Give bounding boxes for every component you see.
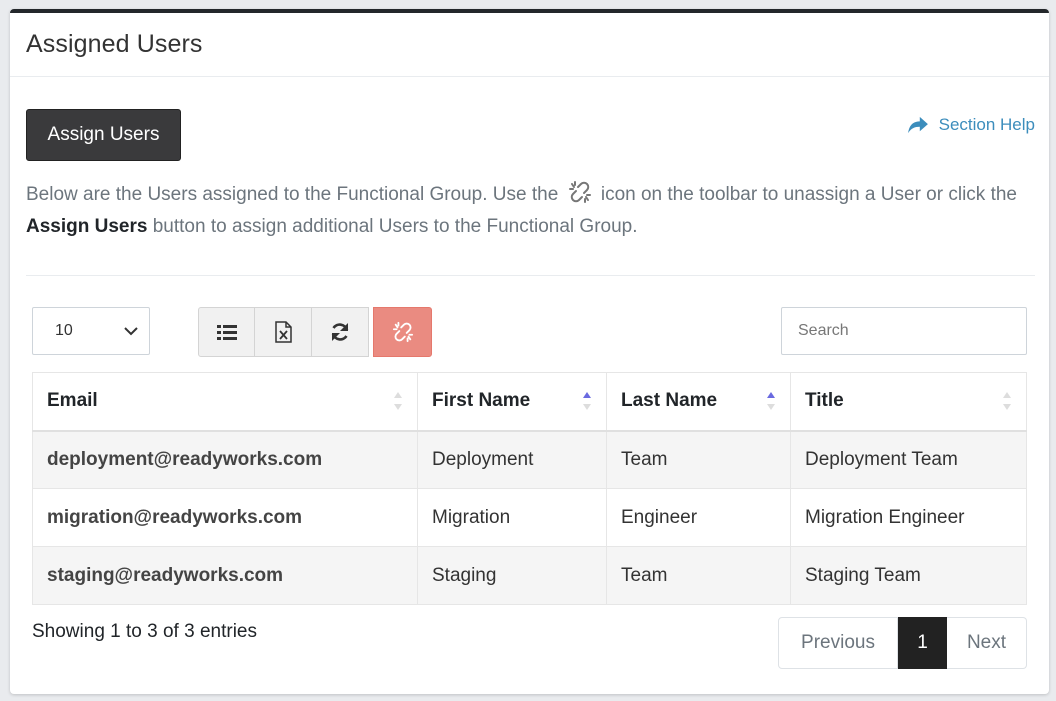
excel-export-icon	[275, 321, 292, 343]
column-header-last-name[interactable]: Last Name	[606, 372, 791, 432]
column-toggle-button[interactable]	[198, 307, 255, 357]
unassign-user-button[interactable]	[373, 307, 432, 357]
table-info-text: Showing 1 to 3 of 3 entries	[32, 621, 257, 642]
users-table: Email First Name Last Name Title deploym…	[32, 372, 1027, 605]
cell-email: deployment@readyworks.com	[32, 430, 418, 489]
share-arrow-icon	[907, 116, 928, 134]
assign-users-button[interactable]: Assign Users	[26, 109, 181, 161]
table-row[interactable]: staging@readyworks.com Staging Team Stag…	[32, 546, 1027, 605]
table-header-row: Email First Name Last Name Title	[32, 372, 1027, 432]
pagination: Previous 1 Next	[778, 617, 1027, 669]
chevron-down-icon	[124, 327, 138, 336]
section-help-link[interactable]: Section Help	[907, 115, 1035, 135]
assigned-users-card: Assigned Users Assign Users Section Help…	[10, 9, 1049, 694]
cell-last-name: Team	[606, 430, 791, 489]
column-header-first-name[interactable]: First Name	[417, 372, 607, 432]
column-label: First Name	[432, 390, 531, 412]
column-label: Last Name	[621, 390, 718, 412]
unlink-icon	[568, 181, 591, 203]
export-excel-button[interactable]	[255, 307, 312, 357]
card-header: Assigned Users	[10, 13, 1049, 77]
section-help-label: Section Help	[938, 115, 1035, 134]
sort-ascending-icon	[767, 392, 775, 411]
cell-first-name: Migration	[417, 488, 607, 547]
cell-first-name: Deployment	[417, 430, 607, 489]
next-page-button[interactable]: Next	[947, 617, 1027, 669]
previous-page-button[interactable]: Previous	[778, 617, 898, 669]
page-size-value: 10	[55, 322, 73, 339]
divider	[26, 275, 1035, 276]
refresh-icon	[331, 323, 349, 341]
column-header-title[interactable]: Title	[790, 372, 1027, 432]
cell-title: Staging Team	[790, 546, 1027, 605]
cell-title: Migration Engineer	[790, 488, 1027, 547]
description-part2: icon on the toolbar to unassign a User o…	[600, 184, 1017, 205]
sort-icon	[1003, 392, 1011, 411]
table-toolbar	[198, 307, 432, 357]
column-header-email[interactable]: Email	[32, 372, 418, 432]
description-text: Below are the Users assigned to the Func…	[26, 179, 1026, 243]
cell-title: Deployment Team	[790, 430, 1027, 489]
refresh-button[interactable]	[312, 307, 369, 357]
cell-email: staging@readyworks.com	[32, 546, 418, 605]
description-part1: Below are the Users assigned to the Func…	[26, 184, 559, 205]
unlink-icon	[392, 321, 413, 343]
description-bold: Assign Users	[26, 216, 148, 237]
list-icon	[216, 325, 237, 340]
page-size-select[interactable]: 10	[32, 307, 150, 355]
page-1-button[interactable]: 1	[898, 617, 947, 669]
cell-last-name: Engineer	[606, 488, 791, 547]
column-label: Title	[805, 390, 844, 412]
description-part3: button to assign additional Users to the…	[152, 216, 638, 237]
cell-email: migration@readyworks.com	[32, 488, 418, 547]
table-row[interactable]: deployment@readyworks.com Deployment Tea…	[32, 430, 1027, 489]
cell-first-name: Staging	[417, 546, 607, 605]
sort-ascending-icon	[583, 392, 591, 411]
search-input[interactable]	[781, 307, 1027, 355]
column-label: Email	[47, 390, 98, 412]
page-title: Assigned Users	[26, 30, 203, 58]
sort-icon	[394, 392, 402, 411]
cell-last-name: Team	[606, 546, 791, 605]
table-row[interactable]: migration@readyworks.com Migration Engin…	[32, 488, 1027, 547]
